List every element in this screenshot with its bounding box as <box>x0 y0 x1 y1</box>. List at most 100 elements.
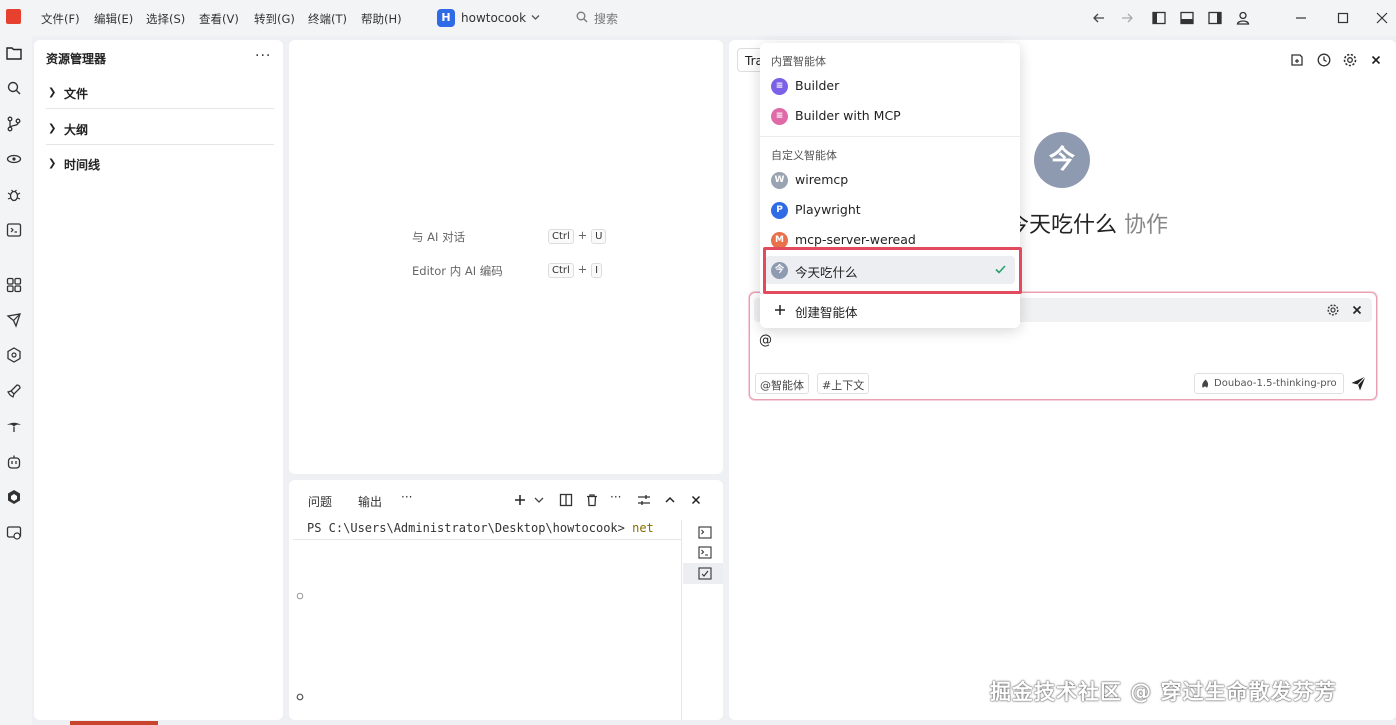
menu-view[interactable]: 查看(V) <box>199 11 239 27</box>
forward-arrow-icon[interactable] <box>1119 10 1135 26</box>
custom-agents-header: 自定义智能体 <box>771 149 837 162</box>
model-selector[interactable]: Doubao-1.5-thinking-pro <box>1194 373 1344 394</box>
extensions-icon[interactable] <box>5 276 23 294</box>
menu-help[interactable]: 帮助(H) <box>361 11 402 27</box>
more-actions-icon[interactable]: ··· <box>610 490 621 504</box>
menu-selection[interactable]: 选择(S) <box>146 11 185 27</box>
settings-icon[interactable] <box>1342 52 1358 68</box>
terminal-instance-icon[interactable] <box>698 526 712 539</box>
explorer-title: 资源管理器 <box>46 52 107 66</box>
terminal-marker-icon <box>296 592 304 600</box>
agent-item-label: Builder <box>795 78 840 93</box>
chevron-up-icon[interactable] <box>664 494 676 506</box>
hint-inline-label: Editor 内 AI 编码 <box>412 264 503 278</box>
terminal-prompt: PS C:\Users\Administrator\Desktop\howtoc… <box>307 521 633 535</box>
key-i: I <box>591 263 603 278</box>
send-icon[interactable] <box>1350 375 1367 392</box>
trash-icon[interactable] <box>585 493 599 507</box>
add-context-button[interactable]: #上下文 <box>817 373 870 394</box>
section-timeline-label: 时间线 <box>64 158 101 172</box>
terminal-output[interactable]: PS C:\Users\Administrator\Desktop\howtoc… <box>307 521 654 535</box>
account-icon[interactable] <box>1235 10 1251 26</box>
agent-item-label: Builder with MCP <box>795 108 901 123</box>
watermark-text: 掘金技术社区 @ 穿过生命散发芬芳 <box>990 680 1337 704</box>
project-switcher[interactable]: H howtocook <box>437 9 545 27</box>
maximize-icon[interactable] <box>1335 10 1351 26</box>
key-sep: + <box>577 228 588 242</box>
terminal-instance-icon[interactable] <box>698 546 712 559</box>
debug-icon[interactable] <box>5 186 23 204</box>
agent-settings-icon[interactable] <box>1326 303 1340 317</box>
chevron-down-icon[interactable] <box>534 496 544 504</box>
hint-chat-label: 与 AI 对话 <box>412 230 466 244</box>
create-agent-button[interactable]: 创建智能体 <box>771 298 1011 322</box>
agent-item-wiremcp[interactable]: W wiremcp <box>771 168 1011 192</box>
menu-edit[interactable]: 编辑(E) <box>94 11 133 27</box>
cube-icon[interactable] <box>5 488 23 506</box>
section-outline[interactable]: ❯ 大纲 <box>46 113 274 145</box>
menu-terminal[interactable]: 终端(T) <box>308 11 347 27</box>
menu-go[interactable]: 转到(G) <box>254 11 295 27</box>
terminal-instance-selected[interactable] <box>683 563 723 584</box>
deploy-icon[interactable] <box>5 311 23 329</box>
tab-more-button[interactable]: ··· <box>401 490 412 504</box>
wiremcp-icon: W <box>771 172 788 189</box>
section-files-label: 文件 <box>64 87 89 101</box>
remote-explorer-icon[interactable] <box>5 524 23 542</box>
history-icon[interactable] <box>1316 52 1332 68</box>
source-control-icon[interactable] <box>5 115 23 133</box>
rocket-icon[interactable] <box>5 382 23 400</box>
explorer-more-button[interactable]: ··· <box>255 48 271 64</box>
close-window-icon[interactable] <box>1374 10 1390 26</box>
terminal-instance-icon <box>698 567 712 580</box>
bird-icon[interactable] <box>5 417 23 435</box>
app-logo-icon <box>6 9 21 24</box>
key-sep: + <box>577 262 588 276</box>
terminal-view-icon[interactable] <box>5 221 23 239</box>
model-name: Doubao-1.5-thinking-pro <box>1214 378 1337 389</box>
key-ctrl: Ctrl <box>548 229 574 244</box>
toggle-panel-icon[interactable] <box>1179 10 1195 26</box>
agent-item-label: wiremcp <box>795 172 849 187</box>
close-panel-icon[interactable] <box>690 494 702 506</box>
tab-problems[interactable]: 问题 <box>308 493 332 510</box>
mention-agent-button[interactable]: @智能体 <box>755 373 809 394</box>
close-chat-icon[interactable] <box>1370 54 1382 66</box>
chat-input[interactable]: @ <box>759 333 772 348</box>
split-terminal-icon[interactable] <box>559 493 573 507</box>
menu-file[interactable]: 文件(F) <box>41 11 80 27</box>
agent-title-suffix: 协作 <box>1124 213 1169 238</box>
playwright-icon: P <box>771 202 788 219</box>
explorer-icon[interactable] <box>5 44 23 62</box>
new-chat-icon[interactable] <box>1289 52 1305 68</box>
plus-icon <box>775 305 785 315</box>
remove-agent-icon[interactable] <box>1352 305 1362 315</box>
selection-highlight-box <box>763 247 1022 294</box>
minimize-icon[interactable] <box>1293 10 1309 26</box>
terminal-divider <box>293 539 681 540</box>
section-timeline[interactable]: ❯ 时间线 <box>46 148 274 180</box>
hexagon-icon[interactable] <box>5 346 23 364</box>
agent-item-builder[interactable]: ≡ Builder <box>771 74 1011 98</box>
builder-icon: ≡ <box>771 78 788 95</box>
toggle-aux-sidebar-icon[interactable] <box>1207 10 1223 26</box>
agent-item-playwright[interactable]: P Playwright <box>771 198 1011 222</box>
chevron-right-icon: ❯ <box>48 123 57 134</box>
search-icon[interactable] <box>5 79 23 97</box>
builtin-agents-header: 内置智能体 <box>771 55 826 68</box>
sliders-icon[interactable] <box>637 493 651 507</box>
tab-output[interactable]: 输出 <box>358 493 382 510</box>
explorer-panel: 资源管理器 ··· ❯ 文件 ❯ 大纲 ❯ 时间线 <box>34 40 283 720</box>
toggle-sidebar-icon[interactable] <box>1151 10 1167 26</box>
terminal-marker-icon <box>296 693 304 701</box>
chevron-right-icon: ❯ <box>48 87 57 98</box>
plus-icon[interactable] <box>513 493 527 507</box>
section-files[interactable]: ❯ 文件 <box>46 77 274 109</box>
agent-item-builder-mcp[interactable]: ≡ Builder with MCP <box>771 104 1011 128</box>
activity-bar <box>0 36 32 725</box>
builder-mcp-icon: ≡ <box>771 108 788 125</box>
back-arrow-icon[interactable] <box>1091 10 1107 26</box>
key-ctrl: Ctrl <box>548 263 574 278</box>
remote-icon[interactable] <box>5 150 23 168</box>
robot-icon[interactable] <box>5 453 23 471</box>
